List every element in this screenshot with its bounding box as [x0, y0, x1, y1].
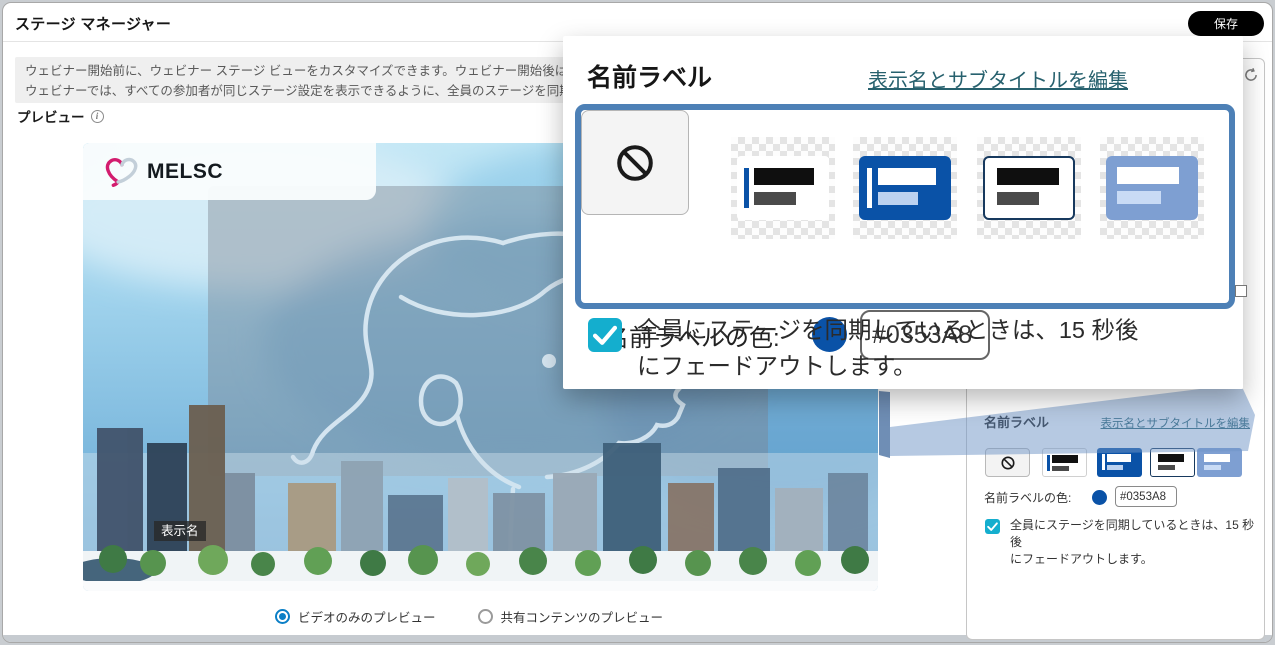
label-style-option-light-mini[interactable] [1042, 448, 1087, 477]
page-title: ステージ マネージャー [15, 13, 171, 34]
preview-heading: プレビュー i [17, 106, 104, 126]
brand-logo-text: MELSC [147, 160, 223, 184]
refresh-icon[interactable] [1243, 67, 1259, 83]
checkmark-icon [985, 519, 1000, 534]
fade-out-checkbox-large[interactable] [588, 318, 622, 352]
radio-video-only-label: ビデオのみのプレビュー [298, 607, 436, 626]
name-label-title-large: 名前ラベル [587, 58, 712, 94]
radio-unselected-icon [478, 609, 493, 624]
zoom-handle[interactable] [1235, 285, 1247, 297]
preview-mode-radio-group: ビデオのみのプレビュー 共有コンテンツのプレビュー [275, 607, 663, 626]
name-label-color-label: 名前ラベルの色: [984, 489, 1071, 506]
name-label-zoom-callout: 名前ラベル 表示名とサブタイトルを編集 [563, 36, 1243, 389]
radio-shared-content[interactable]: 共有コンテンツのプレビュー [478, 607, 664, 626]
display-name-tag: 表示名 [154, 521, 206, 541]
color-value-input[interactable] [1115, 486, 1177, 507]
radio-selected-icon [275, 609, 290, 624]
fade-out-note-line1: 全員にステージを同期しているときは、15 秒後 [1010, 517, 1264, 551]
label-style-option-blue[interactable] [853, 137, 957, 239]
radio-shared-content-label: 共有コンテンツのプレビュー [501, 607, 664, 626]
stage-manager-window: ステージ マネージャー 保存 ウェビナー開始前に、ウェビナー ステージ ビューを… [2, 2, 1273, 643]
fade-out-note-line1-large: 全員にステージを同期しているときは、15 秒後 [637, 312, 1139, 348]
label-style-option-none-mini[interactable] [985, 448, 1030, 477]
fade-out-note-large: 全員にステージを同期しているときは、15 秒後 にフェードアウトします。 [637, 312, 1139, 384]
name-label-title: 名前ラベル [984, 412, 1049, 431]
edit-display-name-link-large[interactable]: 表示名とサブタイトルを編集 [868, 64, 1128, 93]
preview-heading-label: プレビュー [17, 106, 85, 126]
checkmark-icon [588, 318, 622, 352]
info-icon[interactable]: i [91, 110, 104, 123]
fade-out-note-line2-large: にフェードアウトします。 [637, 348, 1139, 384]
label-style-group-highlight: 名前ラベルの色: [575, 104, 1235, 309]
fade-out-note: 全員にステージを同期しているときは、15 秒後 にフェードアウトします。 [1010, 517, 1264, 568]
save-button[interactable]: 保存 [1188, 11, 1264, 36]
edit-display-name-link[interactable]: 表示名とサブタイトルを編集 [1101, 415, 1251, 431]
heart-chat-logo-icon [101, 155, 139, 188]
fade-out-checkbox[interactable] [985, 519, 1000, 534]
prohibition-icon [1000, 455, 1016, 471]
prohibition-icon [613, 141, 657, 185]
label-style-option-outline[interactable] [977, 137, 1081, 239]
label-style-option-none[interactable] [581, 110, 689, 215]
color-swatch[interactable] [1092, 490, 1107, 505]
label-style-option-light[interactable] [731, 137, 835, 239]
label-style-option-blue-mini[interactable] [1097, 448, 1142, 477]
label-style-option-translucent-mini[interactable] [1197, 448, 1242, 477]
fade-out-note-line2: にフェードアウトします。 [1010, 551, 1264, 568]
label-style-option-outline-mini[interactable] [1150, 448, 1195, 477]
brand-logo-chip: MELSC [83, 143, 376, 200]
label-style-option-translucent[interactable] [1100, 137, 1204, 239]
radio-video-only[interactable]: ビデオのみのプレビュー [275, 607, 436, 626]
save-button-label: 保存 [1214, 15, 1238, 32]
